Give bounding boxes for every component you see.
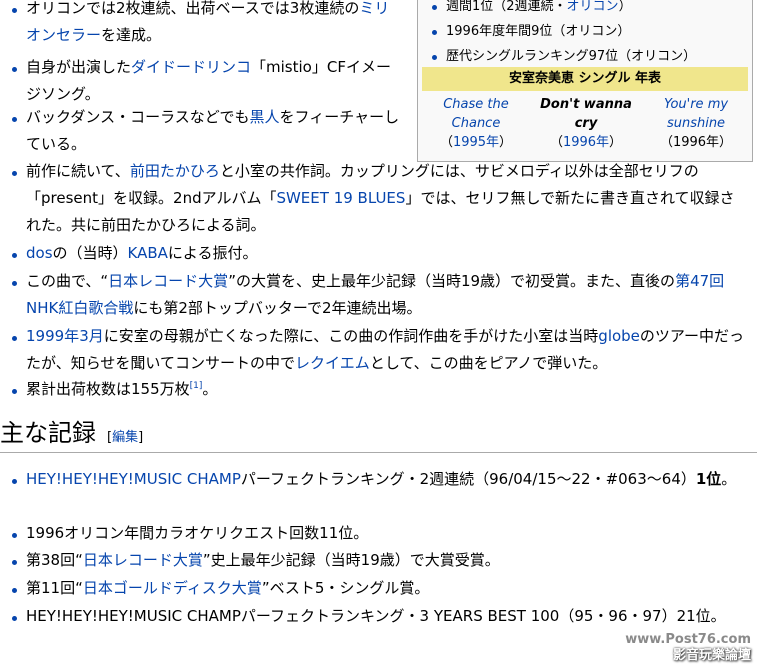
record-item: HEY!HEY!HEY!MUSIC CHAMPパーフェクトランキング・3 YEA… xyxy=(8,603,749,630)
chronology-next-title[interactable]: You're my sunshine xyxy=(642,95,750,133)
inline-link[interactable]: 日本ゴールドディスク大賞 xyxy=(83,579,262,597)
inline-link[interactable]: HEY!HEY!HEY!MUSIC CHAMP xyxy=(26,470,241,488)
chronology-title: 安室奈美恵 シングル 年表 xyxy=(422,67,748,91)
record-item: 1996オリコン年間カラオケリクエスト回数11位。 xyxy=(8,520,749,547)
inline-link[interactable]: ダイドードリンコ xyxy=(131,58,251,76)
chronology-prev-year: （1995年） xyxy=(439,135,513,150)
section-title: 主な記録 xyxy=(0,419,96,447)
inline-text: 1位 xyxy=(695,470,722,488)
record-item: 第38回“日本レコード大賞”史上最年少記録（当時19歳）で大賞受賞。 xyxy=(8,547,749,574)
inline-text: この曲で、“ xyxy=(26,272,109,290)
inline-text: ”の大賞を、史上最年少記録（当時19歳）で初受賞。また、直後の xyxy=(228,272,676,290)
chronology-prev-title[interactable]: Chase the Chance xyxy=(422,95,530,133)
chronology-prev[interactable]: Chase the Chance （1995年） xyxy=(422,95,530,152)
list-item: 1999年3月に安室の母親が亡くなった際に、この曲の作詞作曲を手がけた小室は当時… xyxy=(8,323,749,377)
inline-text: ） xyxy=(618,0,632,14)
inline-text: 前作に続いて、 xyxy=(26,162,130,180)
inline-link[interactable]: globe xyxy=(598,327,640,345)
list-item: この曲で、“日本レコード大賞”の大賞を、史上最年少記録（当時19歳）で初受賞。ま… xyxy=(8,268,749,322)
inline-text: 。 xyxy=(721,470,737,488)
list-item: 累計出荷枚数は155万枚[1]。 xyxy=(8,376,749,403)
inline-link[interactable]: dos xyxy=(26,244,53,262)
infobox: 週間1位（2週連続・オリコン） 1996年度年間9位（オリコン） 歴代シングルラ… xyxy=(417,0,753,162)
section-heading: 主な記録 [編集] xyxy=(0,418,757,453)
inline-text: オリコンでは2枚連続、出荷ベースでは3枚連続の xyxy=(26,0,360,17)
inline-link[interactable]: 3月 xyxy=(79,327,104,345)
inline-text: 歴代シングルランキング97位（オリコン） xyxy=(446,49,697,64)
inline-text: に安室の母親が亡くなった際に、この曲の作詞作曲を手がけた小室は当時 xyxy=(103,327,599,345)
infobox-chart-row: 1996年度年間9位（オリコン） xyxy=(431,22,631,42)
chronology-current-year: （1996年） xyxy=(549,135,623,150)
inline-text: 1996年度年間9位（オリコン） xyxy=(446,24,631,39)
inline-link[interactable]: 日本レコード大賞 xyxy=(83,551,203,569)
inline-link[interactable]: 1999年 xyxy=(26,327,79,345)
citation-link[interactable]: [1] xyxy=(190,381,203,391)
inline-text: の（当時） xyxy=(52,244,128,262)
inline-link[interactable]: KABA xyxy=(128,244,168,262)
inline-text: 第11回“ xyxy=(26,579,83,597)
inline-link[interactable]: 前田たかひろ xyxy=(130,162,220,180)
watermark-url: www.Post76.com xyxy=(625,632,751,647)
infobox-chart-row: 週間1位（2週連続・オリコン） xyxy=(432,0,632,17)
inline-link[interactable]: 黒人 xyxy=(250,108,280,126)
inline-text: HEY!HEY!HEY!MUSIC CHAMPパーフェクトランキング・3 YEA… xyxy=(26,607,726,625)
inline-text: ”ベスト5・シングル賞。 xyxy=(261,579,430,597)
list-item: dosの（当時）KABAによる振付。 xyxy=(8,240,749,267)
inline-text: バックダンス・コーラスなどでも xyxy=(26,108,250,126)
list-item: バックダンス・コーラスなどでも黒人をフィーチャーしている。 xyxy=(8,104,402,158)
watermark: www.Post76.com 影音玩樂論壇 xyxy=(625,632,751,664)
inline-text: 1996オリコン年間カラオケリクエスト回数11位。 xyxy=(26,524,369,542)
inline-text: パーフェクトランキング・2週連続（96/04/15〜22・#063〜64） xyxy=(240,470,696,488)
inline-text: ”史上最年少記録（当時19歳）で大賞受賞。 xyxy=(202,551,500,569)
inline-link[interactable]: レクイエム xyxy=(295,354,370,372)
chronology-current-title: Don't wanna cry xyxy=(540,97,632,131)
chronology-next[interactable]: You're my sunshine （1996年） xyxy=(642,95,750,152)
edit-link[interactable]: 編集 xyxy=(112,430,138,445)
inline-text: にも第2部トップバッターで2年連続出場。 xyxy=(133,299,422,317)
list-item: 自身が出演したダイドードリンコ「mistio」CFイメージソング。 xyxy=(8,54,402,108)
record-item: 第11回“日本ゴールドディスク大賞”ベスト5・シングル賞。 xyxy=(8,575,749,602)
chronology-current: Don't wanna cry （1996年） xyxy=(532,95,640,152)
list-item: オリコンでは2枚連続、出荷ベースでは3枚連続のミリオンセラーを達成。 xyxy=(8,0,402,49)
inline-text: 。 xyxy=(202,380,218,398)
inline-text: 週間1位（2週連続・ xyxy=(446,0,567,14)
inline-link[interactable]: オリコン xyxy=(567,0,619,14)
inline-link[interactable]: SWEET 19 BLUES xyxy=(276,189,405,207)
inline-text: として、この曲をピアノで弾いた。 xyxy=(369,354,608,372)
inline-text: 累計出荷枚数は155万枚 xyxy=(26,380,190,398)
inline-text: を達成。 xyxy=(101,26,162,44)
inline-link[interactable]: 日本レコード大賞 xyxy=(108,272,228,290)
infobox-chart-row: 歴代シングルランキング97位（オリコン） xyxy=(431,47,697,67)
inline-text: による振付。 xyxy=(167,244,258,262)
watermark-name: 影音玩樂論壇 xyxy=(672,648,751,663)
record-item: HEY!HEY!HEY!MUSIC CHAMPパーフェクトランキング・2週連続（… xyxy=(8,466,749,493)
chronology-next-year: （1996年） xyxy=(659,135,733,150)
edit-section: [編集] xyxy=(107,430,144,445)
inline-text: 第38回“ xyxy=(26,551,83,569)
list-item: 前作に続いて、前田たかひろと小室の共作詞。カップリングには、サビメロディ以外は全… xyxy=(8,158,749,239)
inline-text: 自身が出演した xyxy=(26,58,132,76)
